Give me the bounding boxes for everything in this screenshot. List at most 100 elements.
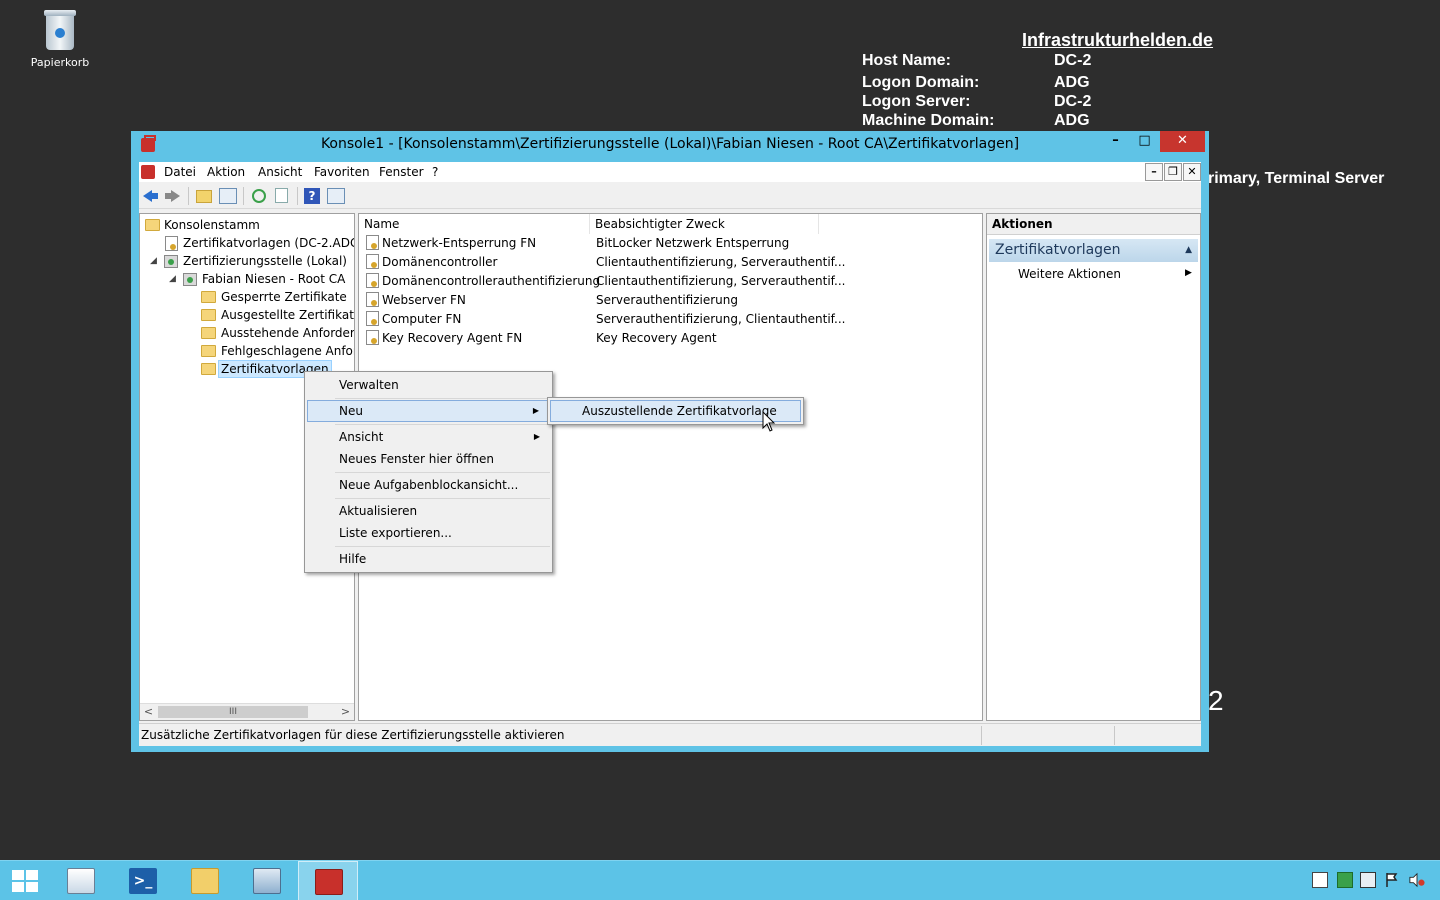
context-menu: Verwalten Neu ▶ Ansicht ▶ Neues Fenster hi… bbox=[304, 371, 553, 573]
list-row[interactable]: Key Recovery Agent FN Key Recovery Agent bbox=[359, 329, 979, 348]
list-row[interactable]: Computer FN Serverauthentifizierung, Cli… bbox=[359, 310, 979, 329]
menu-item-export-list[interactable]: Liste exportieren... bbox=[307, 522, 550, 544]
flag-icon[interactable] bbox=[1384, 872, 1400, 888]
menu-separator bbox=[335, 472, 550, 473]
tree-node-templates-dc2[interactable]: Zertifikatvorlagen (DC-2.ADG.local) bbox=[164, 235, 354, 253]
taskbar-server-manager[interactable] bbox=[51, 861, 111, 900]
menu-item-taskpad-view[interactable]: Neue Aufgabenblockansicht... bbox=[307, 474, 550, 496]
folder-icon bbox=[201, 345, 216, 357]
mdi-minimize-button[interactable]: – bbox=[1145, 163, 1163, 181]
toolbar-separator bbox=[188, 187, 189, 205]
tree-horizontal-scrollbar[interactable]: < III > bbox=[140, 703, 354, 720]
certificate-template-icon bbox=[366, 311, 379, 326]
menu-help[interactable]: ? bbox=[432, 165, 438, 179]
tree-node-konsolenstamm[interactable]: Konsolenstamm bbox=[145, 217, 354, 235]
actions-section-templates[interactable]: Zertifikatvorlagen ▲ bbox=[989, 239, 1198, 262]
taskbar-mmc[interactable] bbox=[298, 861, 358, 900]
tree-node-failed[interactable]: Fehlgeschlagene Anforderungen bbox=[201, 343, 354, 361]
ca-icon bbox=[183, 273, 197, 286]
submenu-arrow-icon: ▶ bbox=[532, 406, 539, 415]
view-icon[interactable] bbox=[327, 188, 345, 204]
actions-header: Aktionen bbox=[987, 214, 1200, 235]
list-row[interactable]: Domänencontrollerauthentifizierung Clien… bbox=[359, 272, 979, 291]
expand-arrow-icon[interactable]: ◢ bbox=[150, 253, 157, 269]
ca-icon bbox=[164, 255, 178, 268]
actions-section-label: Zertifikatvorlagen bbox=[995, 242, 1121, 258]
folder-icon bbox=[201, 327, 216, 339]
certificate-template-icon bbox=[366, 254, 379, 269]
scroll-thumb[interactable]: III bbox=[158, 706, 308, 718]
keyboard-icon[interactable] bbox=[1312, 872, 1328, 888]
scroll-left-arrow[interactable]: < bbox=[140, 704, 157, 720]
menu-separator bbox=[335, 424, 550, 425]
maximize-button[interactable]: □ bbox=[1131, 131, 1158, 152]
tree-node-root-ca[interactable]: ◢ Fabian Niesen - Root CA bbox=[167, 271, 354, 289]
scroll-right-arrow[interactable]: > bbox=[337, 704, 354, 720]
back-icon[interactable] bbox=[140, 186, 160, 206]
up-folder-icon[interactable] bbox=[196, 190, 212, 203]
taskbar: >_ bbox=[0, 860, 1440, 900]
menu-aktion[interactable]: Aktion bbox=[207, 165, 245, 179]
export-icon[interactable] bbox=[275, 188, 288, 203]
menu-item-ansicht[interactable]: Ansicht ▶ bbox=[307, 426, 550, 448]
menu-favoriten[interactable]: Favoriten bbox=[314, 165, 370, 179]
certificate-icon bbox=[165, 236, 178, 251]
submenu-arrow-icon: ▶ bbox=[1185, 268, 1192, 278]
window-title: Konsole1 - [Konsolenstamm\Zertifizierung… bbox=[320, 136, 1020, 152]
mdi-restore-button[interactable]: ❐ bbox=[1164, 163, 1182, 181]
tree-node-ca-local[interactable]: ◢ Zertifizierungsstelle (Lokal) bbox=[148, 253, 354, 271]
toolbar-separator bbox=[243, 187, 244, 205]
status-separator bbox=[981, 726, 982, 745]
menu-fenster[interactable]: Fenster bbox=[379, 165, 424, 179]
console-icon[interactable] bbox=[141, 165, 155, 179]
menu-datei[interactable]: Datei bbox=[164, 165, 196, 179]
collapse-caret-icon[interactable]: ▲ bbox=[1185, 239, 1192, 262]
bginfo-row: Logon Server: DC-2 bbox=[862, 93, 1092, 110]
powershell-icon: >_ bbox=[129, 868, 157, 894]
tree-node-issued[interactable]: Ausgestellte Zertifikate bbox=[201, 307, 354, 325]
server-manager-icon bbox=[67, 868, 95, 894]
menu-item-verwalten[interactable]: Verwalten bbox=[307, 374, 550, 396]
expand-arrow-icon[interactable]: ◢ bbox=[169, 271, 176, 287]
menu-ansicht[interactable]: Ansicht bbox=[258, 165, 302, 179]
taskbar-file-explorer[interactable] bbox=[175, 861, 235, 900]
bginfo-row: Logon Domain: ADG bbox=[862, 74, 1090, 91]
taskbar-remote-desktop[interactable] bbox=[237, 861, 297, 900]
menu-separator bbox=[335, 546, 550, 547]
mdi-close-button[interactable]: ✕ bbox=[1183, 163, 1201, 181]
minimize-button[interactable]: – bbox=[1102, 131, 1129, 152]
menu-item-new-window[interactable]: Neues Fenster hier öffnen bbox=[307, 448, 550, 470]
title-bar[interactable]: Konsole1 - [Konsolenstamm\Zertifizierung… bbox=[131, 131, 1209, 159]
action-more-actions[interactable]: Weitere Aktionen bbox=[1018, 267, 1121, 281]
column-header-name[interactable]: Name bbox=[359, 214, 590, 234]
menu-item-help[interactable]: Hilfe bbox=[307, 548, 550, 570]
certificate-template-icon bbox=[366, 292, 379, 307]
speaker-muted-icon[interactable] bbox=[1409, 872, 1425, 888]
network-plus-icon[interactable] bbox=[1337, 872, 1353, 888]
menu-separator bbox=[335, 398, 550, 399]
taskbar-powershell[interactable]: >_ bbox=[113, 861, 173, 900]
refresh-icon[interactable] bbox=[252, 189, 266, 203]
list-row[interactable]: Webserver FN Serverauthentifizierung bbox=[359, 291, 979, 310]
recycle-bin[interactable]: Papierkorb bbox=[24, 8, 96, 69]
list-row[interactable]: Domänencontroller Clientauthentifizierun… bbox=[359, 253, 979, 272]
menu-bar: Datei Aktion Ansicht Favoriten Fenster ?… bbox=[139, 162, 1201, 182]
mmc-window[interactable]: Konsole1 - [Konsolenstamm\Zertifizierung… bbox=[131, 131, 1209, 752]
close-button[interactable]: ✕ bbox=[1160, 131, 1205, 152]
help-icon[interactable]: ? bbox=[304, 188, 320, 204]
tree-node-pending[interactable]: Ausstehende Anforderungen bbox=[201, 325, 354, 343]
forward-icon[interactable] bbox=[163, 186, 183, 206]
column-header-purpose[interactable]: Beabsichtigter Zweck bbox=[590, 214, 819, 234]
list-row[interactable]: Netzwerk-Entsperrung FN BitLocker Netzwe… bbox=[359, 234, 979, 253]
bginfo-trailing: 2 bbox=[1208, 685, 1224, 716]
menu-item-refresh[interactable]: Aktualisieren bbox=[307, 500, 550, 522]
bginfo-site: Infrastrukturhelden.de bbox=[1022, 30, 1214, 50]
remote-desktop-icon bbox=[253, 868, 281, 894]
bginfo-row: Machine Domain: ADG bbox=[862, 112, 1090, 129]
tree-node-revoked[interactable]: Gesperrte Zertifikate bbox=[201, 289, 354, 307]
show-tree-icon[interactable] bbox=[219, 188, 237, 204]
menu-item-neu[interactable]: Neu ▶ bbox=[307, 400, 550, 422]
network-icon[interactable] bbox=[1360, 872, 1376, 888]
certificate-template-icon bbox=[366, 235, 379, 250]
recycle-bin-icon bbox=[43, 8, 77, 52]
